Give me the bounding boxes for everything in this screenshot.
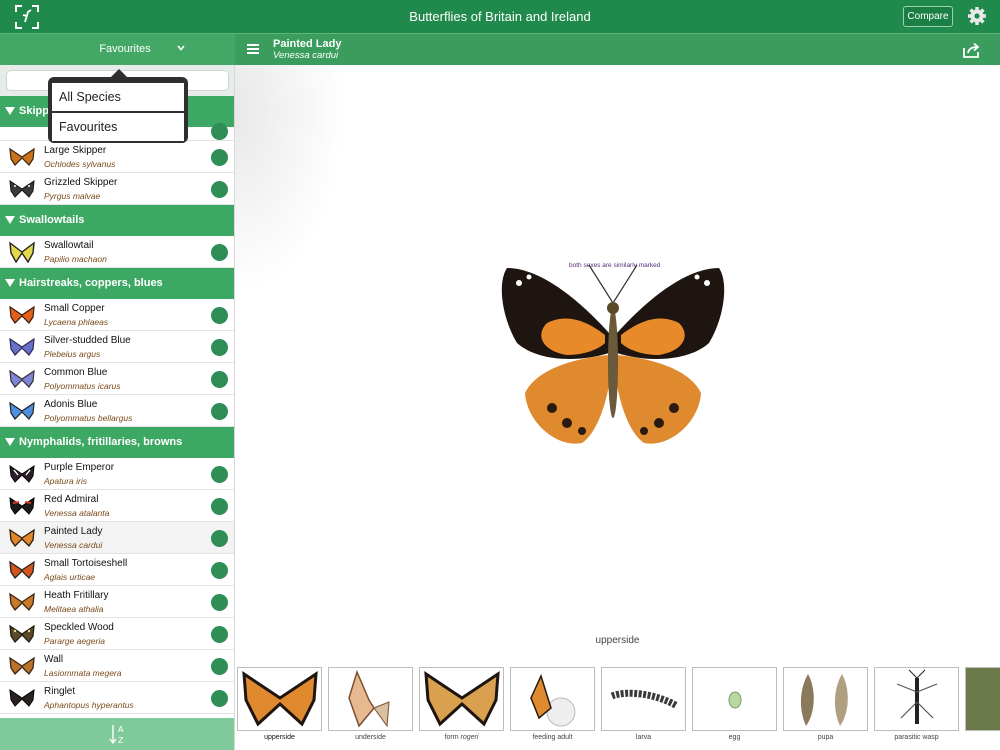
favourite-dot[interactable]: [211, 244, 228, 261]
butterfly-thumbnail: [9, 560, 35, 580]
current-species-header: Painted Lady Venessa cardui: [273, 38, 341, 61]
list-item[interactable]: Grizzled Skipper Pyrgus malvae: [0, 173, 234, 205]
thumb-upperside[interactable]: upperside: [237, 667, 322, 741]
species-detail: both sexes are similarly marked uppersid…: [235, 65, 1000, 750]
list-item[interactable]: Wall Lasiommata megera: [0, 650, 234, 682]
butterfly-thumbnail: [9, 624, 35, 643]
svg-text:A: A: [118, 725, 124, 734]
favourite-dot[interactable]: [211, 594, 228, 611]
butterfly-thumbnail: [9, 688, 35, 707]
thumb-larva[interactable]: larva: [601, 667, 686, 741]
butterfly-thumbnail: [9, 464, 35, 483]
sub-header: Favourites Painted Lady Venessa cardui: [0, 33, 1000, 66]
thumb-pupa[interactable]: pupa: [783, 667, 868, 741]
list-item[interactable]: Swallowtail Papilio machaon: [0, 236, 234, 268]
filter-popover: All Species Favourites: [48, 69, 188, 143]
butterfly-thumbnail: [9, 369, 35, 388]
thumbnail-image: [965, 667, 1000, 731]
butterfly-thumbnail: [9, 592, 35, 612]
thumb-egg[interactable]: egg: [692, 667, 777, 741]
list-item[interactable]: Ringlet Aphantopus hyperantus: [0, 682, 234, 714]
butterfly-thumbnail: [9, 179, 35, 198]
thumb-form-rogeri[interactable]: form rogeri: [419, 667, 504, 741]
list-item[interactable]: Speckled Wood Pararge aegeria: [0, 618, 234, 650]
filter-dropdown[interactable]: Favourites: [0, 34, 235, 66]
favourite-dot[interactable]: [211, 403, 228, 420]
favourite-dot[interactable]: [211, 307, 228, 324]
list-item[interactable]: Purple Emperor Apatura iris: [0, 458, 234, 490]
favourite-dot[interactable]: [211, 149, 228, 166]
chevron-down-icon: [177, 45, 185, 51]
view-thumbnail-strip: upperside underside form rogeri feeding …: [237, 667, 1000, 750]
butterfly-illustration[interactable]: [497, 263, 729, 448]
thumb-underside[interactable]: underside: [328, 667, 413, 741]
menu-icon[interactable]: [247, 44, 259, 54]
thumbnail-image: [328, 667, 413, 731]
gear-icon[interactable]: [967, 6, 987, 26]
butterfly-thumbnail: [9, 496, 35, 515]
thumbnail-image: [510, 667, 595, 731]
thumb-habitat[interactable]: [965, 667, 1000, 731]
compare-button[interactable]: Compare: [903, 6, 953, 27]
thumbnail-image: [692, 667, 777, 731]
favourite-dot[interactable]: [211, 339, 228, 356]
thumbnail-image: [419, 667, 504, 731]
favourite-dot[interactable]: [211, 371, 228, 388]
list-item[interactable]: Large Skipper Ochlodes sylvanus: [0, 141, 234, 173]
list-item[interactable]: Small Tortoiseshell Aglais urticae: [0, 554, 234, 586]
current-common-name: Painted Lady: [273, 38, 342, 50]
filter-selected-label: Favourites: [99, 43, 151, 55]
favourite-dot[interactable]: [211, 562, 228, 579]
butterfly-thumbnail: [9, 241, 35, 263]
section-swallowtails[interactable]: Swallowtails: [0, 205, 234, 236]
favourite-dot[interactable]: [211, 658, 228, 675]
app-header: Butterflies of Britain and Ireland Compa…: [0, 0, 1000, 33]
butterfly-thumbnail: [9, 528, 35, 548]
app-title: Butterflies of Britain and Ireland: [409, 9, 591, 24]
butterfly-thumbnail: [9, 656, 35, 676]
option-all-species[interactable]: All Species: [52, 83, 184, 111]
list-item[interactable]: Small Copper Lycaena phlaeas: [0, 299, 234, 331]
view-label: upperside: [595, 635, 640, 646]
species-sidebar: Skipp Large Skipper Ochlodes sylvanus Gr…: [0, 65, 235, 750]
current-scientific-name: Venessa cardui: [273, 50, 339, 61]
section-nymphalids[interactable]: Nymphalids, fritillaries, browns: [0, 427, 234, 458]
thumbnail-image: [237, 667, 322, 731]
list-item[interactable]: Heath Fritillary Melitaea athalia: [0, 586, 234, 618]
favourite-dot[interactable]: [211, 690, 228, 707]
share-icon[interactable]: [962, 42, 982, 58]
butterfly-thumbnail: [9, 147, 35, 166]
list-item[interactable]: Adonis Blue Polyommatus bellargus: [0, 395, 234, 427]
list-item[interactable]: Red Admiral Venessa atalanta: [0, 490, 234, 522]
thumb-parasitic-wasp[interactable]: parasitic wasp: [874, 667, 959, 741]
favourite-dot[interactable]: [211, 530, 228, 547]
thumbnail-image: [783, 667, 868, 731]
butterfly-thumbnail: [9, 401, 35, 420]
favourite-dot[interactable]: [211, 123, 228, 140]
thumbnail-image: [601, 667, 686, 731]
favourite-dot[interactable]: [211, 181, 228, 198]
list-item-selected[interactable]: Painted Lady Venessa cardui: [0, 522, 234, 554]
thumb-feeding-adult[interactable]: feeding adult: [510, 667, 595, 741]
option-favourites[interactable]: Favourites: [52, 113, 184, 141]
svg-text:Z: Z: [118, 736, 124, 745]
list-item[interactable]: Silver-studded Blue Plebeius argus: [0, 331, 234, 363]
favourite-dot[interactable]: [211, 498, 228, 515]
sort-az-icon[interactable]: A Z: [108, 723, 128, 745]
section-hairstreaks[interactable]: Hairstreaks, coppers, blues: [0, 268, 234, 299]
sort-bar: A Z: [0, 718, 234, 750]
thumbnail-image: [874, 667, 959, 731]
butterfly-thumbnail: [9, 337, 35, 356]
favourite-dot[interactable]: [211, 626, 228, 643]
favourite-dot[interactable]: [211, 466, 228, 483]
list-item[interactable]: Common Blue Polyommatus icarus: [0, 363, 234, 395]
butterfly-thumbnail: [9, 305, 35, 324]
